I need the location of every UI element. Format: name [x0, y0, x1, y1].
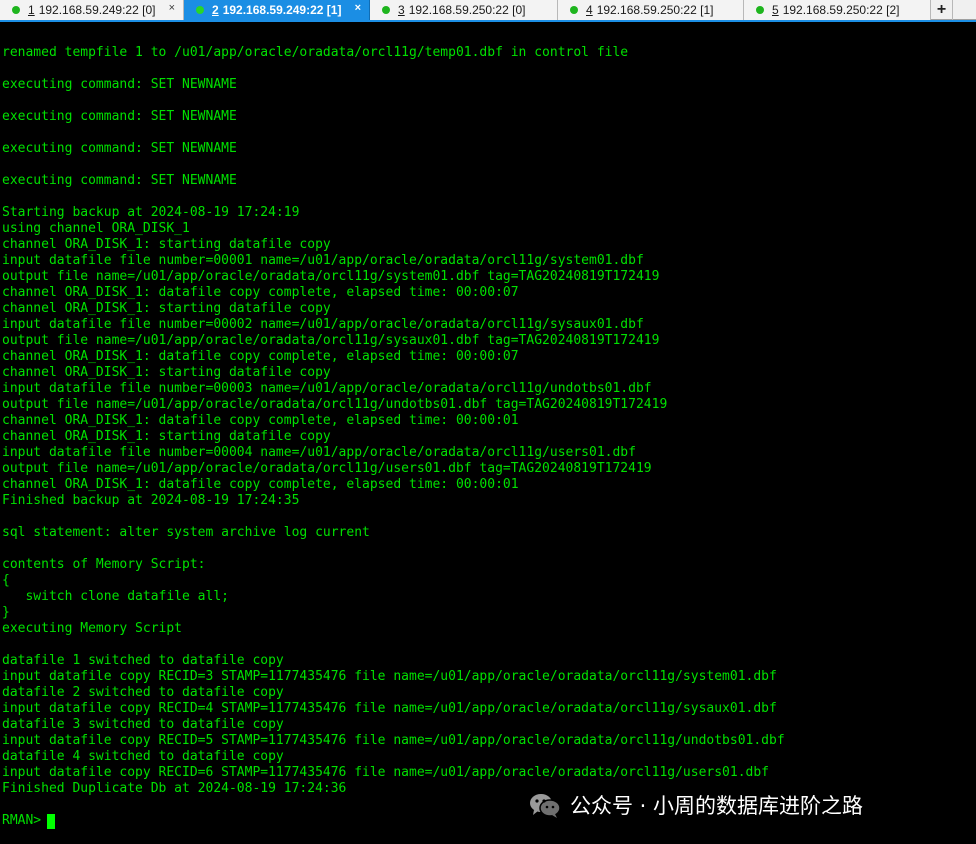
tab-number: 2	[212, 3, 219, 17]
terminal-line: channel ORA_DISK_1: starting datafile co…	[2, 365, 331, 380]
rman-prompt: RMAN>	[2, 813, 42, 828]
tab-label: 192.168.59.250:22 [1]	[596, 3, 714, 17]
connected-status-icon	[382, 6, 390, 14]
terminal-line: channel ORA_DISK_1: datafile copy comple…	[2, 413, 519, 428]
terminal-line: datafile 3 switched to datafile copy	[2, 717, 284, 732]
session-tab-4[interactable]: 4 192.168.59.250:22 [1]	[558, 0, 744, 20]
wechat-icon	[528, 791, 562, 819]
terminal-line: input datafile copy RECID=5 STAMP=117743…	[2, 733, 785, 748]
connected-status-icon	[12, 6, 20, 14]
terminal-line: channel ORA_DISK_1: starting datafile co…	[2, 429, 331, 444]
tab-number: 4	[586, 3, 593, 17]
connected-status-icon	[196, 6, 204, 14]
terminal-line: executing command: SET NEWNAME	[2, 109, 237, 124]
terminal-line: Finished backup at 2024-08-19 17:24:35	[2, 493, 300, 508]
terminal-line: }	[2, 605, 10, 620]
close-icon[interactable]: ×	[355, 2, 361, 14]
terminal-line: executing Memory Script	[2, 621, 183, 636]
terminal-line: input datafile file number=00002 name=/u…	[2, 317, 644, 332]
tab-label: 192.168.59.249:22 [0]	[38, 3, 156, 17]
terminal-line: executing command: SET NEWNAME	[2, 173, 237, 188]
terminal-line: channel ORA_DISK_1: starting datafile co…	[2, 237, 331, 252]
terminal-line: input datafile copy RECID=6 STAMP=117743…	[2, 765, 770, 780]
terminal-line: datafile 2 switched to datafile copy	[2, 685, 284, 700]
tab-accent-divider	[0, 20, 976, 22]
terminal-line: {	[2, 573, 10, 588]
terminal-line: output file name=/u01/app/oracle/oradata…	[2, 461, 652, 476]
tab-label: 192.168.59.249:22 [1]	[222, 3, 342, 17]
terminal-line: input datafile file number=00003 name=/u…	[2, 381, 652, 396]
terminal-line: switch clone datafile all;	[2, 589, 229, 604]
terminal-output[interactable]: renamed tempfile 1 to /u01/app/oracle/or…	[2, 45, 972, 840]
session-tab-3[interactable]: 3 192.168.59.250:22 [0]	[370, 0, 558, 20]
session-tab-2[interactable]: 2 192.168.59.249:22 [1] ×	[184, 0, 370, 20]
terminal-line: input datafile copy RECID=4 STAMP=117743…	[2, 701, 777, 716]
terminal-line: datafile 4 switched to datafile copy	[2, 749, 284, 764]
close-icon[interactable]: ×	[169, 2, 175, 14]
terminal-line: contents of Memory Script:	[2, 557, 206, 572]
watermark-text: 公众号 · 小周的数据库进阶之路	[570, 794, 864, 818]
tab-number: 3	[398, 3, 405, 17]
terminal-lines: renamed tempfile 1 to /u01/app/oracle/or…	[2, 45, 972, 813]
session-tab-bar: 1 192.168.59.249:22 [0] × 2 192.168.59.2…	[0, 0, 976, 20]
connected-status-icon	[756, 6, 764, 14]
connected-status-icon	[570, 6, 578, 14]
terminal-line: Starting backup at 2024-08-19 17:24:19	[2, 205, 300, 220]
terminal-line: input datafile file number=00001 name=/u…	[2, 253, 644, 268]
terminal-line: channel ORA_DISK_1: datafile copy comple…	[2, 349, 519, 364]
terminal-line: using channel ORA_DISK_1	[2, 221, 190, 236]
terminal-line: input datafile copy RECID=3 STAMP=117743…	[2, 669, 777, 684]
terminal-line: renamed tempfile 1 to /u01/app/oracle/or…	[2, 45, 629, 60]
terminal-line: sql statement: alter system archive log …	[2, 525, 370, 540]
terminal-line: output file name=/u01/app/oracle/oradata…	[2, 397, 668, 412]
terminal-line: executing command: SET NEWNAME	[2, 77, 237, 92]
tab-number: 1	[28, 3, 35, 17]
terminal-line: executing command: SET NEWNAME	[2, 141, 237, 156]
terminal-line: output file name=/u01/app/oracle/oradata…	[2, 269, 660, 284]
watermark: 公众号 · 小周的数据库进阶之路	[528, 790, 863, 820]
text-cursor	[47, 813, 56, 829]
tab-label: 192.168.59.250:22 [2]	[782, 3, 900, 17]
tab-number: 5	[772, 3, 779, 17]
terminal-line: channel ORA_DISK_1: datafile copy comple…	[2, 285, 519, 300]
tab-label: 192.168.59.250:22 [0]	[408, 3, 526, 17]
terminal-line: output file name=/u01/app/oracle/oradata…	[2, 333, 660, 348]
session-tab-5[interactable]: 5 192.168.59.250:22 [2]	[744, 0, 931, 20]
new-tab-button[interactable]: +	[931, 0, 953, 20]
plus-icon: +	[936, 1, 947, 18]
terminal-line: channel ORA_DISK_1: starting datafile co…	[2, 301, 331, 316]
session-tab-1[interactable]: 1 192.168.59.249:22 [0] ×	[0, 0, 184, 20]
terminal-line: input datafile file number=00004 name=/u…	[2, 445, 636, 460]
terminal-line: datafile 1 switched to datafile copy	[2, 653, 284, 668]
terminal-line: channel ORA_DISK_1: datafile copy comple…	[2, 477, 519, 492]
